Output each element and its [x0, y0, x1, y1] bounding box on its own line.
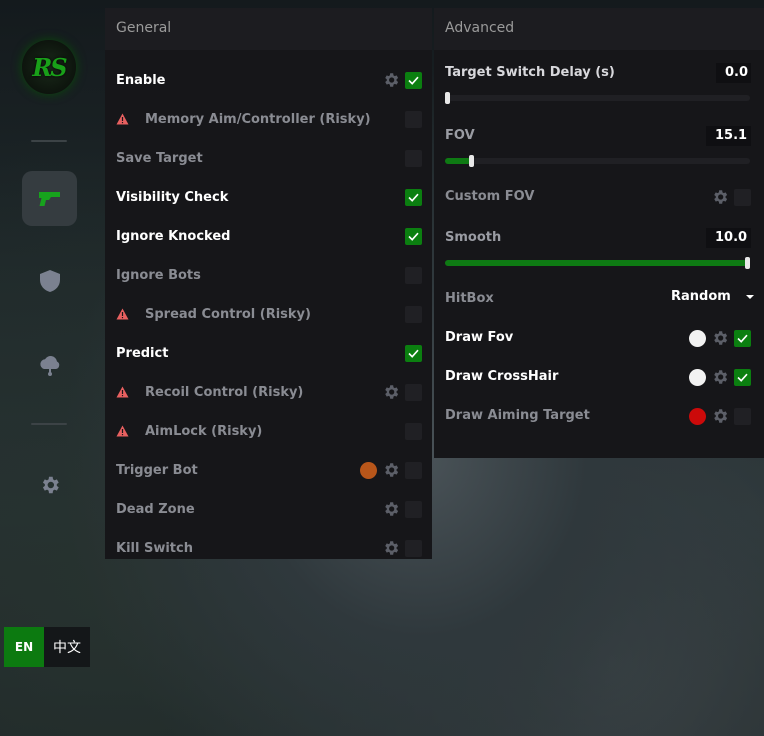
- logo-text: RS: [32, 52, 67, 82]
- fov-label: FOV: [445, 127, 475, 143]
- draw-crosshair-gear-icon[interactable]: [711, 368, 729, 386]
- draw-fov-checkbox[interactable]: [734, 330, 751, 347]
- general-item-ignore-knocked: Ignore Knocked: [116, 226, 432, 246]
- draw-fov-label: Draw Fov: [445, 329, 514, 345]
- custom-fov-gear-icon[interactable]: [711, 188, 729, 206]
- target-switch-delay-value[interactable]: 0.0: [716, 63, 751, 83]
- general-item-label: Dead Zone: [116, 501, 195, 517]
- draw-aiming-target-label: Draw Aiming Target: [445, 407, 590, 423]
- enable-checkbox[interactable]: [405, 72, 422, 89]
- hitbox-dropdown[interactable]: Random: [671, 289, 755, 304]
- general-item-ignore-bots: Ignore Bots: [116, 265, 432, 285]
- general-item-predict: Predict: [116, 343, 432, 363]
- fov-slider[interactable]: [445, 155, 750, 167]
- draw-aiming-target-color-swatch[interactable]: [689, 408, 706, 425]
- hitbox-selected-value: Random: [671, 289, 731, 304]
- app-logo: RS: [22, 40, 76, 94]
- general-item-label: Recoil Control (Risky): [145, 384, 304, 400]
- gear-icon: [42, 476, 59, 493]
- sidebar-item-visuals[interactable]: [22, 253, 77, 308]
- smooth-label: Smooth: [445, 229, 502, 245]
- sidebar-item-aim[interactable]: [22, 171, 77, 226]
- language-switcher: EN 中文: [4, 627, 90, 667]
- general-item-visibility-check: Visibility Check: [116, 187, 432, 207]
- general-item-label: Ignore Bots: [116, 267, 201, 283]
- draw-crosshair-checkbox[interactable]: [734, 369, 751, 386]
- general-item-label: AimLock (Risky): [145, 423, 263, 439]
- spread-control-risky-checkbox[interactable]: [405, 306, 422, 323]
- predict-checkbox[interactable]: [405, 345, 422, 362]
- memory-aim-controller-risky-checkbox[interactable]: [405, 111, 422, 128]
- sidebar-divider: [31, 423, 67, 425]
- draw-aiming-target-checkbox[interactable]: [734, 408, 751, 425]
- kill-switch-gear-icon[interactable]: [382, 539, 400, 557]
- custom-fov-label: Custom FOV: [445, 188, 535, 204]
- draw-aiming-target-gear-icon[interactable]: [711, 407, 729, 425]
- dead-zone-checkbox[interactable]: [405, 501, 422, 518]
- advanced-panel: Advanced Target Switch Delay (s) 0.0 FOV…: [434, 8, 764, 458]
- chevron-down-icon: [745, 294, 754, 299]
- sidebar: RS EN 中文: [0, 0, 100, 736]
- sidebar-divider: [31, 140, 67, 142]
- recoil-control-risky-checkbox[interactable]: [405, 384, 422, 401]
- draw-fov-color-swatch[interactable]: [689, 330, 706, 347]
- target-switch-delay-label: Target Switch Delay (s): [445, 64, 615, 80]
- warning-icon: [116, 113, 130, 125]
- visibility-check-checkbox[interactable]: [405, 189, 422, 206]
- advanced-panel-title: Advanced: [434, 8, 764, 50]
- general-item-label: Trigger Bot: [116, 462, 198, 478]
- recoil-control-risky-gear-icon[interactable]: [382, 383, 400, 401]
- slider-thumb[interactable]: [445, 92, 450, 104]
- cloud-icon: [39, 355, 59, 376]
- hitbox-label: HitBox: [445, 290, 494, 306]
- fov-value[interactable]: 15.1: [706, 126, 751, 146]
- warning-icon: [116, 386, 130, 398]
- general-item-memory-aim-controller-risky: Memory Aim/Controller (Risky): [116, 109, 432, 129]
- general-item-label: Enable: [116, 72, 166, 88]
- save-target-checkbox[interactable]: [405, 150, 422, 167]
- target-switch-delay-slider[interactable]: [445, 92, 750, 104]
- slider-thumb[interactable]: [745, 257, 750, 269]
- trigger-bot-color-swatch[interactable]: [360, 462, 377, 479]
- smooth-slider[interactable]: [445, 257, 750, 269]
- language-en-button[interactable]: EN: [4, 627, 44, 667]
- ignore-bots-checkbox[interactable]: [405, 267, 422, 284]
- trigger-bot-gear-icon[interactable]: [382, 461, 400, 479]
- slider-thumb[interactable]: [469, 155, 474, 167]
- custom-fov-checkbox[interactable]: [734, 189, 751, 206]
- draw-fov-gear-icon[interactable]: [711, 329, 729, 347]
- sidebar-item-misc[interactable]: [22, 337, 77, 392]
- general-item-save-target: Save Target: [116, 148, 432, 168]
- warning-icon: [116, 425, 130, 437]
- draw-crosshair-label: Draw CrossHair: [445, 368, 559, 384]
- general-item-label: Ignore Knocked: [116, 228, 231, 244]
- general-item-label: Spread Control (Risky): [145, 306, 311, 322]
- gun-icon: [38, 191, 60, 206]
- language-zh-button[interactable]: 中文: [44, 627, 90, 667]
- slider-fill: [445, 158, 471, 164]
- shield-icon: [39, 269, 60, 292]
- general-panel: General Enable Memory Aim/Controller (Ris…: [105, 8, 432, 559]
- smooth-value[interactable]: 10.0: [706, 228, 751, 248]
- aimlock-risky-checkbox[interactable]: [405, 423, 422, 440]
- general-item-label: Memory Aim/Controller (Risky): [145, 111, 371, 127]
- general-item-label: Save Target: [116, 150, 203, 166]
- warning-icon: [116, 308, 130, 320]
- general-panel-title: General: [105, 8, 432, 50]
- draw-crosshair-color-swatch[interactable]: [689, 369, 706, 386]
- kill-switch-checkbox[interactable]: [405, 540, 422, 557]
- dead-zone-gear-icon[interactable]: [382, 500, 400, 518]
- trigger-bot-checkbox[interactable]: [405, 462, 422, 479]
- general-item-label: Predict: [116, 345, 169, 361]
- slider-fill: [445, 260, 750, 266]
- sidebar-item-settings[interactable]: [22, 457, 77, 512]
- ignore-knocked-checkbox[interactable]: [405, 228, 422, 245]
- general-item-spread-control-risky: Spread Control (Risky): [116, 304, 432, 324]
- general-item-aimlock-risky: AimLock (Risky): [116, 421, 432, 441]
- general-item-label: Visibility Check: [116, 189, 229, 205]
- enable-gear-icon[interactable]: [382, 71, 400, 89]
- general-item-label: Kill Switch: [116, 540, 193, 556]
